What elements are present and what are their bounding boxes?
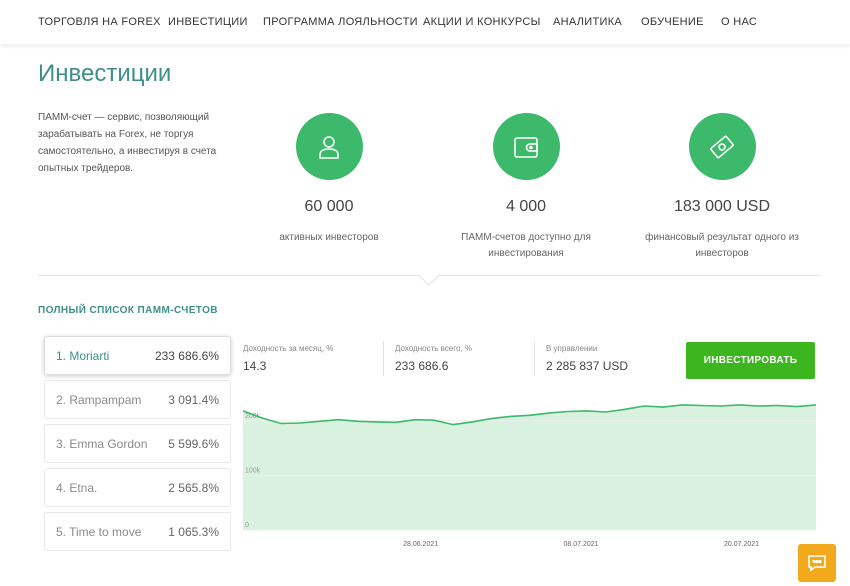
- section-title: ПОЛНЫЙ СПИСОК ПАММ-СЧЕТОВ: [38, 305, 218, 316]
- account-item[interactable]: 3. Emma Gordon 5 599.6%: [44, 424, 231, 463]
- account-item[interactable]: 5. Time to move 1 065.3%: [44, 512, 231, 551]
- page-title: Инвестиции: [38, 60, 172, 87]
- stat-label: активных инвесторов: [279, 232, 379, 243]
- stat-investors: 60 000 активных инвесторов: [234, 113, 424, 246]
- metric-total-return: Доходность всего, % 233 686.6: [395, 344, 472, 373]
- nav-forex[interactable]: Торговля на Forex: [38, 16, 161, 28]
- account-item[interactable]: 1. Moriarti 233 686.6%: [44, 336, 231, 375]
- nav-loyalty[interactable]: Программа лояльности: [263, 16, 418, 28]
- chart-x-tick: 28.06.2021: [403, 541, 438, 548]
- money-icon: [688, 113, 756, 180]
- chart-x-tick: 20.07.2021: [724, 541, 759, 548]
- nav-analytics[interactable]: Аналитика: [553, 16, 622, 28]
- invest-button[interactable]: ИНВЕСТИРОВАТЬ: [686, 342, 815, 379]
- metric-value: 14.3: [243, 359, 267, 373]
- user-icon: [295, 113, 363, 180]
- account-name: 3. Emma Gordon: [56, 436, 148, 451]
- account-item[interactable]: 4. Etna. 2 565.8%: [44, 468, 231, 507]
- chart-y-tick: 0: [245, 522, 249, 529]
- nav-investments[interactable]: Инвестиции: [168, 16, 248, 28]
- metric-separator: [534, 341, 535, 376]
- nav-education[interactable]: Обучение: [641, 16, 704, 28]
- chart-y-tick: 100k: [245, 467, 261, 474]
- account-name: 1. Moriarti: [56, 348, 110, 363]
- chat-icon: [808, 555, 826, 572]
- metric-value: 233 686.6: [395, 359, 449, 373]
- chart-x-tick: 08.07.2021: [564, 541, 599, 548]
- metric-monthly-return: Доходность за месяц, % 14.3: [243, 344, 333, 373]
- top-navigation: Торговля на Forex Инвестиции Программа л…: [0, 0, 850, 44]
- metric-value: 2 285 837 USD: [546, 359, 629, 373]
- stat-result: 183 000 USD финансовый результат одного …: [627, 113, 817, 262]
- stat-value: 60 000: [304, 198, 354, 215]
- metric-label: В управлении: [546, 344, 598, 353]
- account-name: 2. Rampampam: [56, 392, 142, 407]
- nav-promotions[interactable]: Акции и конкурсы: [423, 16, 541, 28]
- account-return: 233 686.6%: [154, 348, 219, 363]
- chat-button[interactable]: [798, 544, 836, 582]
- metric-label: Доходность за месяц, %: [243, 344, 334, 353]
- account-return: 5 599.6%: [168, 436, 219, 451]
- wallet-icon: [492, 113, 560, 180]
- metric-separator: [383, 341, 384, 376]
- account-chart: 0100k200k28.06.2021 08.07.2021 20.07.2021: [243, 404, 816, 548]
- account-return: 2 565.8%: [168, 480, 219, 495]
- stat-value: 183 000 USD: [673, 198, 771, 215]
- stat-label: финансовый результат одного из инвесторо…: [645, 232, 799, 259]
- divider-notch: [419, 266, 439, 286]
- stat-label: ПАММ-счетов доступно для инвестирования: [461, 232, 591, 259]
- intro-text: ПАММ-счет — сервис, позволяющий зарабаты…: [38, 112, 217, 174]
- nav-about[interactable]: О нас: [721, 16, 757, 28]
- stat-value: 4 000: [505, 198, 547, 215]
- metric-under-management: В управлении 2 285 837 USD: [546, 344, 628, 373]
- account-return: 3 091.4%: [168, 392, 219, 407]
- account-return: 1 065.3%: [168, 524, 219, 539]
- stat-accounts: 4 000 ПАММ-счетов доступно для инвестиро…: [431, 113, 621, 262]
- metric-label: Доходность всего, %: [395, 344, 472, 353]
- chart-area: [243, 404, 816, 530]
- account-item[interactable]: 2. Rampampam 3 091.4%: [44, 380, 231, 419]
- account-name: 5. Time to move: [56, 524, 142, 539]
- account-name: 4. Etna.: [56, 480, 98, 495]
